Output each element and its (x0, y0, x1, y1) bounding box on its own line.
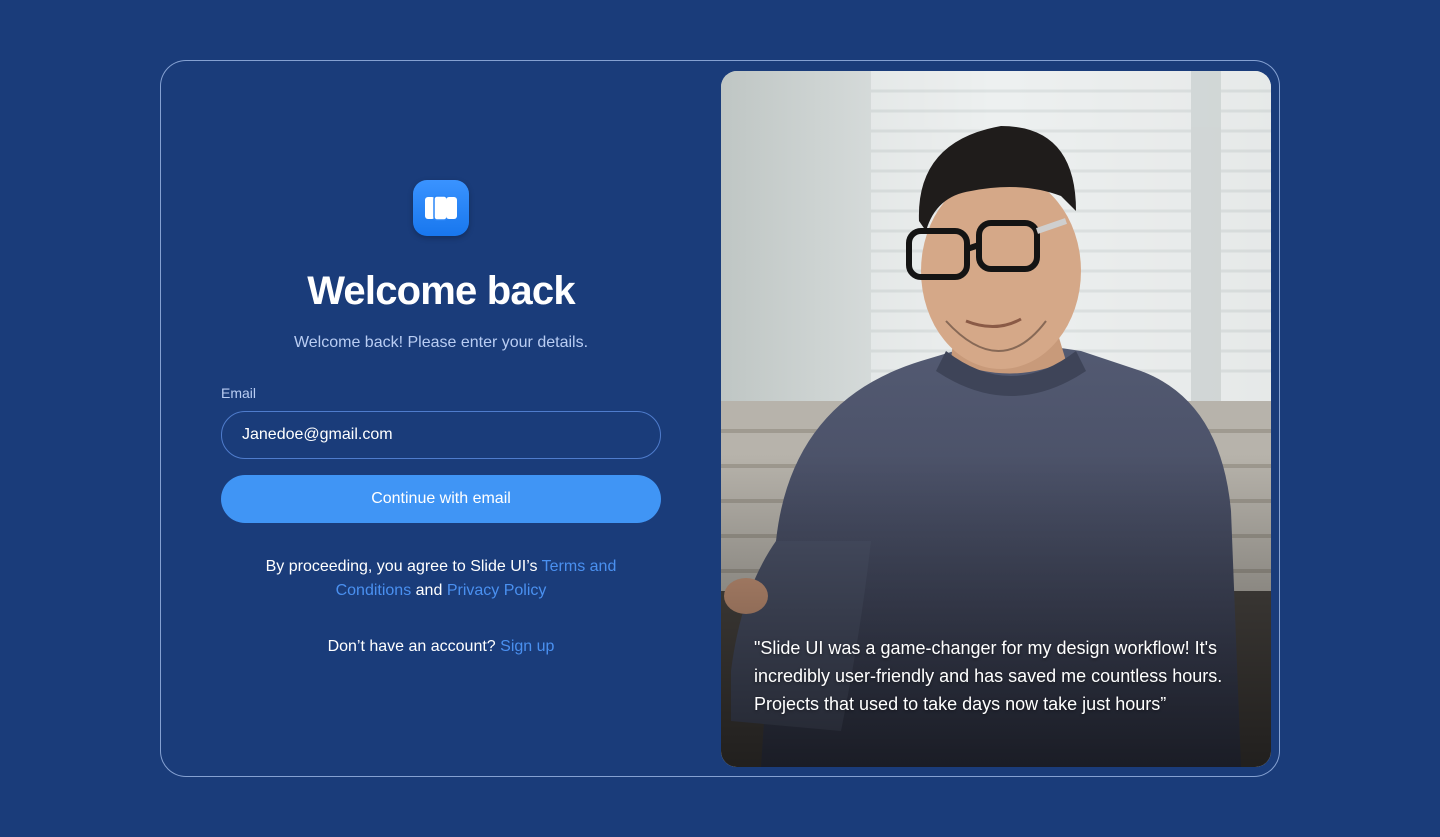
login-card: Welcome back Welcome back! Please enter … (160, 60, 1280, 777)
terms-link-continued[interactable]: Conditions (336, 582, 412, 599)
no-account-text: Don’t have an account? (327, 638, 496, 655)
terms-link[interactable]: Terms and (542, 558, 617, 575)
privacy-policy-link[interactable]: Privacy Policy (447, 582, 547, 599)
signup-prompt: Don’t have an account? Sign up (221, 635, 661, 659)
page-subtitle: Welcome back! Please enter your details. (293, 334, 589, 351)
continue-with-email-button[interactable]: Continue with email (221, 475, 661, 523)
login-form-panel: Welcome back Welcome back! Please enter … (221, 61, 661, 776)
testimonial-quote: "Slide UI was a game-changer for my desi… (754, 638, 1223, 714)
terms-prefix: By proceeding, you agree to Slide UI’s (265, 558, 538, 575)
email-field[interactable] (221, 411, 661, 459)
terms-and-text: and (415, 582, 443, 599)
terms-notice: By proceeding, you agree to Slide UI’s T… (221, 555, 661, 603)
page-title: Welcome back (307, 269, 575, 313)
slide-ui-logo-icon (413, 180, 469, 236)
sign-up-link[interactable]: Sign up (500, 638, 554, 655)
testimonial-photo: "Slide UI was a game-changer for my desi… (721, 71, 1271, 767)
email-label: Email (221, 385, 257, 401)
